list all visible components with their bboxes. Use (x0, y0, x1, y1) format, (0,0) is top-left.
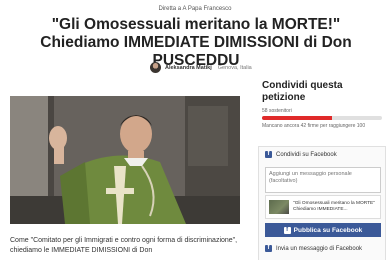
signature-count: 58 sostenitori (262, 108, 292, 114)
share-preview-text: "Gli Omosessuali meritano la MORTE" Chie… (293, 201, 375, 212)
author-info: Aleksandra Matikj Genova, Italia (150, 62, 252, 73)
facebook-message-label: Invia un messaggio di Facebook (276, 245, 363, 252)
author-location: Genova, Italia (217, 64, 252, 71)
facebook-share-panel: f Condividi su Facebook "Gli Omosessuali… (258, 146, 386, 260)
facebook-message-link[interactable]: f Invia un messaggio di Facebook (265, 245, 362, 252)
publish-facebook-button[interactable]: f Pubblica su Facebook (265, 223, 381, 237)
signature-progress-bar (262, 116, 382, 120)
personal-message-input[interactable] (265, 167, 381, 193)
facebook-icon: f (265, 245, 272, 252)
author-avatar[interactable] (150, 62, 161, 73)
share-preview-thumbnail (269, 200, 289, 214)
facebook-share-label: Condividi su Facebook (276, 151, 337, 158)
share-preview: "Gli Omosessuali meritano la MORTE" Chie… (265, 195, 381, 219)
signatures-remaining: Mancano ancora 42 firme per raggiungere … (262, 123, 366, 129)
signature-progress-fill (262, 116, 332, 120)
share-title: Condividi questa petizione (262, 80, 343, 103)
video-frame-illustration (10, 96, 240, 224)
facebook-icon: f (283, 226, 291, 234)
author-name[interactable]: Aleksandra Matikj (165, 65, 212, 71)
facebook-share-heading[interactable]: f Condividi su Facebook (265, 151, 337, 158)
petition-body: Come "Comitato per gli Immigrati e contr… (10, 237, 238, 254)
petition-recipient: Diretta a A Papa Francesco (158, 6, 232, 12)
facebook-icon: f (265, 151, 272, 158)
petition-video[interactable] (10, 96, 240, 224)
publish-facebook-label: Pubblica su Facebook (293, 226, 363, 234)
